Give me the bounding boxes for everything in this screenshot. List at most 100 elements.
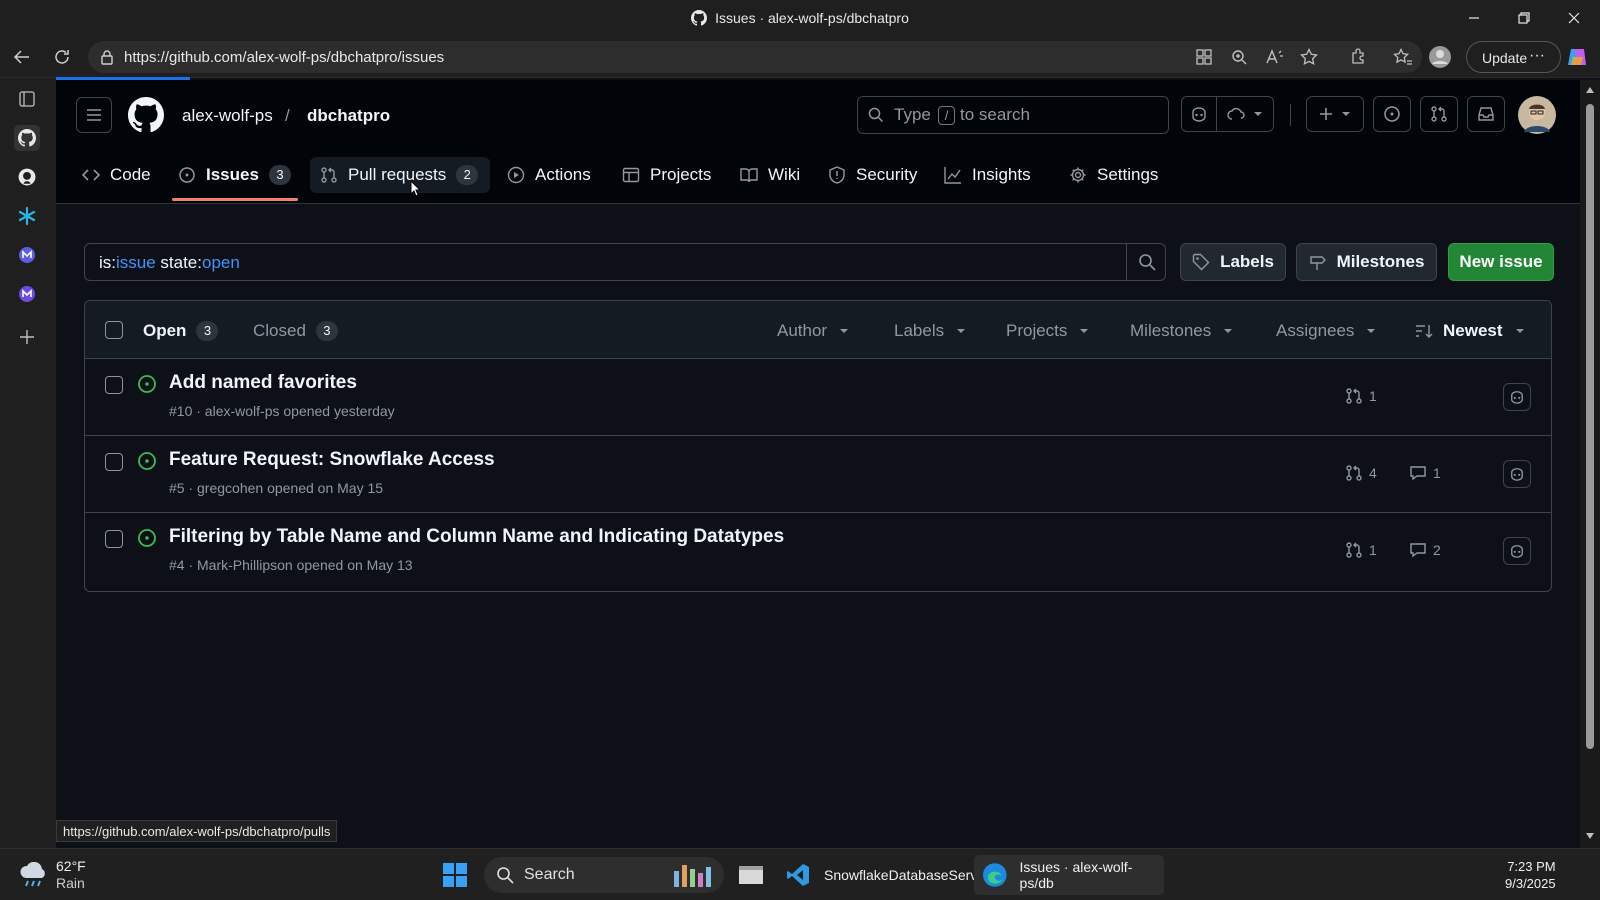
page-scrollbar[interactable] <box>1580 80 1600 848</box>
cloud-icon <box>1227 107 1245 120</box>
link-status-url: https://github.com/alex-wolf-ps/dbchatpr… <box>56 820 338 842</box>
labels-filter-dropdown[interactable]: Labels <box>894 321 966 341</box>
new-issue-button[interactable]: New issue <box>1448 243 1554 281</box>
user-avatar[interactable] <box>1518 96 1556 134</box>
windows-taskbar: 62°F Rain Search SnowflakeDatabaseServ I… <box>0 848 1600 900</box>
start-button[interactable] <box>442 855 468 895</box>
taskbar-edge[interactable]: Issues · alex-wolf-ps/db <box>974 855 1164 895</box>
favorite-star-icon[interactable] <box>1300 48 1318 66</box>
close-window-button[interactable] <box>1556 6 1592 30</box>
repo-name-link[interactable]: dbchatpro <box>307 106 390 126</box>
tab-actions[interactable]: Actions <box>507 157 591 193</box>
github-logo-icon[interactable] <box>128 97 164 133</box>
minimize-button[interactable] <box>1456 6 1492 30</box>
tab-issues[interactable]: Issues 3 <box>178 157 291 193</box>
address-bar[interactable]: https://github.com/alex-wolf-ps/dbchatpr… <box>88 41 1422 73</box>
issues-filter-input[interactable]: is:issue state:open <box>84 243 1166 281</box>
scroll-down-icon[interactable] <box>1585 832 1595 840</box>
copilot-icon <box>1568 49 1586 65</box>
issue-title-link[interactable]: Filtering by Table Name and Column Name … <box>169 526 784 548</box>
milestone-icon <box>1309 256 1326 270</box>
taskbar-search[interactable]: Search <box>484 857 724 893</box>
open-issues-filter[interactable]: Open 3 <box>143 321 219 341</box>
extensions-button[interactable] <box>1346 45 1372 69</box>
minimize-icon <box>1469 17 1479 19</box>
issue-title-link[interactable]: Feature Request: Snowflake Access <box>169 449 495 471</box>
taskbar-vscode[interactable]: SnowflakeDatabaseServ <box>786 855 977 895</box>
tab-actions-button[interactable] <box>14 86 40 112</box>
sort-dropdown[interactable]: Newest <box>1415 321 1525 341</box>
tab-projects[interactable]: Projects <box>622 157 711 193</box>
taskbar-clock[interactable]: 7:23 PM 9/3/2025 <box>1505 855 1556 895</box>
new-tab-button[interactable] <box>14 324 40 350</box>
favorites-button[interactable] <box>1390 45 1416 69</box>
app-available-icon[interactable] <box>1196 49 1212 65</box>
issue-checkbox[interactable] <box>105 453 123 471</box>
milestones-filter-label: Milestones <box>1130 321 1212 340</box>
author-filter-dropdown[interactable]: Author <box>777 321 849 341</box>
copilot-menu-button[interactable] <box>1216 96 1274 132</box>
tab-code[interactable]: Code <box>82 157 151 193</box>
vtab-app-m1[interactable] <box>14 242 40 268</box>
closed-issues-filter[interactable]: Closed 3 <box>253 321 338 341</box>
tab-settings[interactable]: Settings <box>1069 157 1158 193</box>
your-issues-button[interactable] <box>1373 96 1411 132</box>
chevron-down-icon <box>1080 329 1089 333</box>
repo-owner-link[interactable]: alex-wolf-ps <box>182 106 273 126</box>
create-new-button[interactable] <box>1306 96 1364 132</box>
linked-prs[interactable]: 1 <box>1345 387 1377 405</box>
back-button[interactable] <box>9 45 35 69</box>
milestones-filter-dropdown[interactable]: Milestones <box>1130 321 1233 341</box>
refresh-button[interactable] <box>49 45 75 69</box>
issue-checkbox[interactable] <box>105 530 123 548</box>
your-pull-requests-button[interactable] <box>1420 96 1458 132</box>
issue-title-link[interactable]: Add named favorites <box>169 372 357 394</box>
vtab-app-m2[interactable] <box>14 281 40 307</box>
tab-insights[interactable]: Insights <box>944 157 1031 193</box>
copilot-browser-button[interactable] <box>1564 45 1590 69</box>
inbox-button[interactable] <box>1467 96 1505 132</box>
open-count: 3 <box>196 321 219 341</box>
update-button[interactable]: Update ··· <box>1466 41 1561 73</box>
labels-button[interactable]: Labels <box>1180 243 1286 281</box>
sort-label: Newest <box>1443 321 1503 340</box>
weather-widget[interactable]: 62°F Rain <box>18 855 86 895</box>
tab-security[interactable]: Security <box>828 157 917 193</box>
app-m-icon <box>19 247 35 263</box>
zoom-icon[interactable] <box>1231 49 1247 65</box>
assignees-filter-dropdown[interactable]: Assignees <box>1276 321 1376 341</box>
app-m-icon <box>19 286 35 302</box>
restore-button[interactable] <box>1506 6 1542 30</box>
tab-pull-requests[interactable]: Pull requests 2 <box>310 157 491 193</box>
taskbar-file-explorer[interactable] <box>738 855 764 895</box>
profile-button[interactable] <box>1427 45 1453 69</box>
assign-copilot-button[interactable] <box>1503 383 1531 411</box>
select-all-checkbox[interactable] <box>105 321 123 339</box>
linked-prs[interactable]: 4 <box>1345 464 1377 482</box>
filter-search-button[interactable] <box>1126 243 1166 281</box>
search-input[interactable]: Type / to search <box>857 96 1169 134</box>
issues-list: Open 3 Closed 3 Author Labels Projects Mil… <box>84 300 1552 592</box>
tab-issues-label: Issues <box>206 165 259 184</box>
scrollbar-thumb[interactable] <box>1586 104 1594 749</box>
vtab-snowflake[interactable] <box>14 203 40 229</box>
vtab-github-2[interactable] <box>14 164 40 190</box>
copilot-chat-button[interactable] <box>1181 96 1217 132</box>
comments-link[interactable]: 1 <box>1409 464 1441 482</box>
comments-link[interactable]: 2 <box>1409 541 1441 559</box>
assign-copilot-button[interactable] <box>1503 460 1531 488</box>
projects-filter-dropdown[interactable]: Projects <box>1006 321 1089 341</box>
assign-copilot-button[interactable] <box>1503 537 1531 565</box>
search-icon <box>1138 254 1156 271</box>
issue-checkbox[interactable] <box>105 376 123 394</box>
url-text: https://github.com/alex-wolf-ps/dbchatpr… <box>124 49 445 66</box>
filter-state-key: state: <box>155 253 202 272</box>
issue-meta: #4 · Mark-Phillipson opened on May 13 <box>169 557 413 573</box>
scroll-up-icon[interactable] <box>1585 86 1595 94</box>
vtab-github-issues[interactable] <box>14 125 40 151</box>
linked-prs[interactable]: 1 <box>1345 541 1377 559</box>
tab-wiki[interactable]: Wiki <box>740 157 800 193</box>
milestones-button[interactable]: Milestones <box>1296 243 1437 281</box>
menu-button[interactable] <box>76 97 112 133</box>
read-aloud-icon[interactable] <box>1266 49 1284 65</box>
